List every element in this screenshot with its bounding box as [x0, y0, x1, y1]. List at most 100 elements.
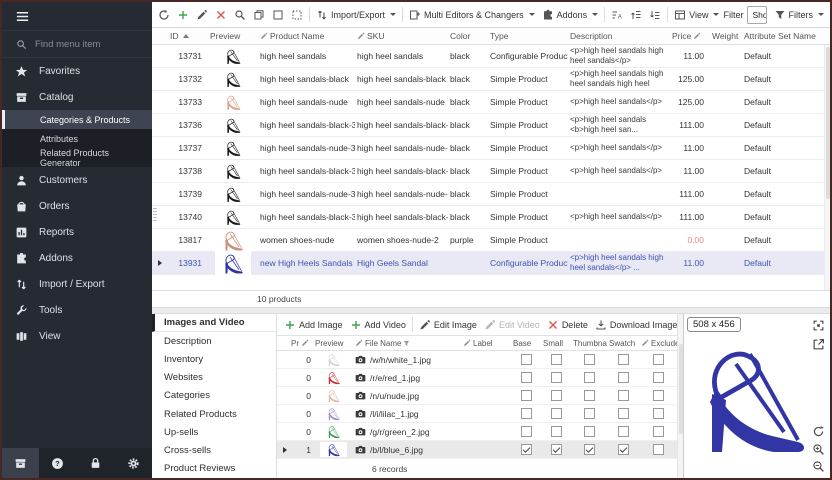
- col-header-price[interactable]: Price: [670, 31, 710, 41]
- grid-scrollbar[interactable]: [824, 45, 830, 290]
- small-checkbox[interactable]: [551, 408, 562, 419]
- col-header-type[interactable]: Type: [488, 31, 568, 41]
- swatch-checkbox[interactable]: [618, 444, 629, 455]
- zoom-in-icon[interactable]: [812, 443, 825, 456]
- swatch-checkbox[interactable]: [618, 426, 629, 437]
- img-col-header-swatch[interactable]: Swatch: [607, 339, 639, 348]
- col-header-product-name[interactable]: Product Name: [258, 31, 355, 41]
- exclude-checkbox[interactable]: [653, 426, 664, 437]
- small-checkbox[interactable]: [551, 372, 562, 383]
- sidebar-gear-button[interactable]: [127, 457, 140, 470]
- table-row[interactable]: 13736high heel sandals-black-36high heel…: [152, 114, 830, 137]
- menu-search-input[interactable]: [35, 39, 135, 50]
- small-checkbox[interactable]: [551, 444, 562, 455]
- table-row[interactable]: 13739high heel sandals-nude-37high heel …: [152, 183, 830, 206]
- edit-product-button[interactable]: [193, 5, 211, 25]
- table-row[interactable]: 13738high heel sandals-black-37high heel…: [152, 160, 830, 183]
- base-checkbox[interactable]: [521, 444, 532, 455]
- multi-editors-button[interactable]: Multi Editors & Changers: [406, 5, 538, 25]
- table-row[interactable]: 13732high heel sandals-blackhigh heel sa…: [152, 68, 830, 91]
- exclude-checkbox[interactable]: [653, 408, 664, 419]
- sidebar-item-attributes[interactable]: Attributes: [2, 129, 152, 148]
- img-col-header-preview[interactable]: Preview: [313, 339, 353, 348]
- fit-screen-icon[interactable]: [812, 319, 825, 332]
- zoom-out-icon[interactable]: [812, 460, 825, 473]
- sidebar-item-view[interactable]: View: [2, 323, 152, 349]
- img-col-header-pr[interactable]: Pr: [289, 339, 313, 348]
- small-checkbox[interactable]: [551, 390, 562, 401]
- image-row[interactable]: 0/n/u/nude.jpg: [277, 387, 677, 405]
- table-row[interactable]: 13731high heel sandalshigh heel sandalsb…: [152, 45, 830, 68]
- small-checkbox[interactable]: [551, 426, 562, 437]
- thumbnail-checkbox[interactable]: [584, 426, 595, 437]
- tab-inventory[interactable]: Inventory: [152, 350, 276, 368]
- sidebar-help-button[interactable]: [51, 457, 64, 470]
- rotate-icon[interactable]: [812, 425, 825, 438]
- image-row[interactable]: 1/b/l/blue_6.jpg: [277, 441, 677, 459]
- tab-related-products[interactable]: Related Products: [152, 405, 276, 423]
- sidebar-lock-button[interactable]: [89, 457, 102, 470]
- thumbnail-checkbox[interactable]: [584, 354, 595, 365]
- sidebar-bottom-tile[interactable]: [2, 448, 39, 478]
- sidebar-search[interactable]: [2, 30, 152, 58]
- col-header-attribute-set-name[interactable]: Attribute Set Name: [742, 31, 830, 41]
- add-image-button[interactable]: Add Image: [281, 315, 346, 335]
- exclude-checkbox[interactable]: [653, 444, 664, 455]
- import-export-button[interactable]: Import/Export: [313, 5, 399, 25]
- edit-image-button[interactable]: Edit Image: [416, 315, 480, 335]
- col-header-color[interactable]: Color: [448, 31, 488, 41]
- col-header-preview[interactable]: Preview: [208, 31, 258, 41]
- add-product-button[interactable]: [174, 5, 192, 25]
- addons-button[interactable]: Addons: [539, 5, 602, 25]
- search-products-button[interactable]: [231, 5, 249, 25]
- col-header-description[interactable]: Description: [568, 31, 670, 41]
- exclude-checkbox[interactable]: [653, 372, 664, 383]
- exclude-checkbox[interactable]: [653, 354, 664, 365]
- expand-tree-button[interactable]: [627, 5, 645, 25]
- sidebar-item-favorites[interactable]: Favorites: [2, 58, 152, 84]
- table-row[interactable]: 13817women shoes-nudewomen shoes-nude-2p…: [152, 229, 830, 252]
- tab-images-and-video[interactable]: Images and Video: [152, 314, 276, 332]
- image-row[interactable]: 0/g/r/green_2.jpg: [277, 423, 677, 441]
- copy-button[interactable]: [250, 5, 268, 25]
- checkbox-mode-button[interactable]: [269, 5, 287, 25]
- base-checkbox[interactable]: [521, 426, 532, 437]
- sort-button[interactable]: [608, 5, 626, 25]
- sidebar-item-customers[interactable]: Customers: [2, 167, 152, 193]
- small-checkbox[interactable]: [551, 354, 562, 365]
- sidebar-item-categories-products[interactable]: Categories & Products: [2, 110, 152, 129]
- refresh-button[interactable]: [155, 5, 173, 25]
- img-col-header-thumbna[interactable]: Thumbna: [571, 339, 607, 348]
- thumbnail-checkbox[interactable]: [584, 390, 595, 401]
- filters-button[interactable]: Filters: [771, 5, 828, 25]
- col-header-sku[interactable]: SKU: [355, 31, 448, 41]
- open-external-icon[interactable]: [812, 338, 825, 351]
- sidebar-item-catalog[interactable]: Catalog: [2, 84, 152, 110]
- base-checkbox[interactable]: [521, 390, 532, 401]
- table-row[interactable]: 13931new High Heels SandalsHigh Geels Sa…: [152, 252, 830, 275]
- sidebar-item-related-products-generator[interactable]: Related Products Generator: [2, 148, 152, 167]
- table-row[interactable]: 13740high heel sandals-black-38high heel…: [152, 206, 830, 229]
- menu-button[interactable]: [2, 2, 152, 30]
- thumbnail-checkbox[interactable]: [584, 444, 595, 455]
- edit-video-button[interactable]: Edit Video: [481, 315, 543, 335]
- swatch-checkbox[interactable]: [618, 354, 629, 365]
- sidebar-item-orders[interactable]: Orders: [2, 193, 152, 219]
- exclude-checkbox[interactable]: [653, 390, 664, 401]
- delete-product-button[interactable]: [212, 5, 230, 25]
- tab-product-reviews[interactable]: Product Reviews: [152, 460, 276, 478]
- image-row[interactable]: 0/r/e/red_1.jpg: [277, 369, 677, 387]
- swatch-checkbox[interactable]: [618, 408, 629, 419]
- scrollbar-thumb[interactable]: [826, 47, 830, 199]
- img-col-header-label[interactable]: Label: [461, 339, 511, 348]
- collapse-tree-button[interactable]: [646, 5, 664, 25]
- img-col-header-exclude[interactable]: Exclude: [639, 339, 677, 348]
- select-special-button[interactable]: [288, 5, 306, 25]
- tab-categories[interactable]: Categories: [152, 387, 276, 405]
- image-row[interactable]: 0/l/i/lilac_1.jpg: [277, 405, 677, 423]
- sidebar-item-reports[interactable]: Reports: [2, 219, 152, 245]
- swatch-checkbox[interactable]: [618, 390, 629, 401]
- col-header-id[interactable]: ID: [168, 31, 208, 41]
- delete-image-button[interactable]: Delete: [544, 315, 591, 335]
- table-row[interactable]: 13737high heel sandals-nude-36high heel …: [152, 137, 830, 160]
